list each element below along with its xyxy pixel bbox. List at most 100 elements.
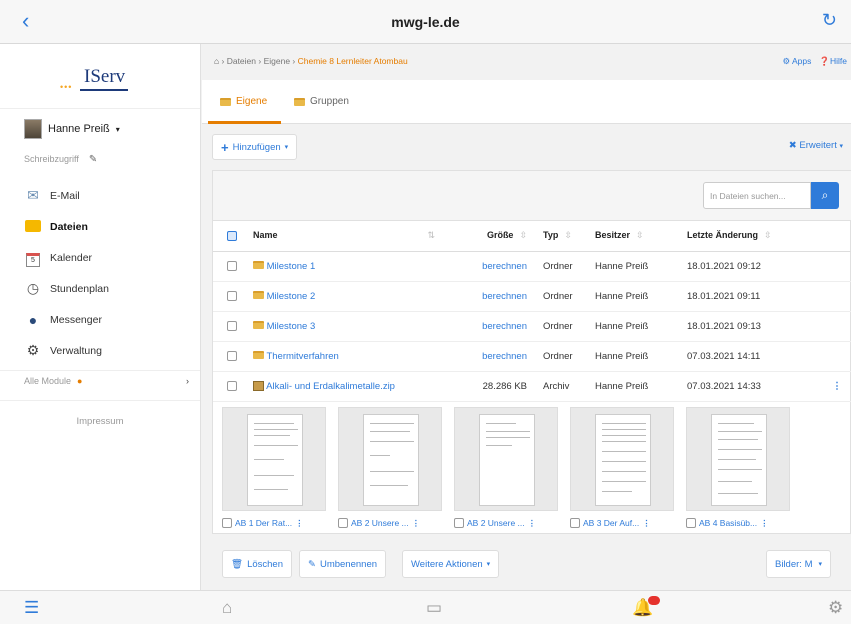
search-input[interactable] xyxy=(703,182,811,209)
search-bar: ⌕ xyxy=(213,171,851,221)
gear-icon[interactable]: ⚙ xyxy=(828,598,843,618)
tab-own[interactable]: Eigene xyxy=(220,96,267,107)
size-calc-link[interactable]: berechnen xyxy=(482,291,527,302)
thumbnail-item[interactable]: AB 2 Unsere ... ⋮ xyxy=(454,407,558,530)
file-name-link[interactable]: Milestone 2 xyxy=(267,291,316,302)
thumbnail-name[interactable]: AB 2 Unsere ... xyxy=(351,518,409,528)
file-name-link[interactable]: Alkali- und Erdalkalimetalle.zip xyxy=(266,381,395,392)
all-modules-toggle[interactable]: Alle Module ● › xyxy=(24,376,189,386)
document-preview[interactable] xyxy=(338,407,442,511)
file-modified: 07.03.2021 14:11 xyxy=(687,341,822,372)
name-header[interactable]: Name ⇅ xyxy=(253,221,453,252)
table-row[interactable]: Milestone 3 berechnen Ordner Hanne Preiß… xyxy=(213,311,851,342)
user-menu[interactable]: Hanne Preiß ▾ xyxy=(24,118,120,140)
table-row[interactable]: Milestone 2 berechnen Ordner Hanne Preiß… xyxy=(213,281,851,312)
row-checkbox[interactable] xyxy=(227,290,237,301)
rename-button[interactable]: ✎ Umbenennen xyxy=(299,550,387,578)
thumbnail-checkbox[interactable] xyxy=(454,518,464,528)
tab-label: Gruppen xyxy=(310,96,349,107)
more-options-icon[interactable]: ⋮ xyxy=(832,381,842,392)
menu-icon[interactable]: ☰ xyxy=(24,598,39,618)
thumbnail-name[interactable]: AB 4 Basisüb... xyxy=(699,518,757,528)
document-preview[interactable] xyxy=(222,407,326,511)
size-header[interactable]: Größe ⇳ xyxy=(453,221,533,252)
thumbnail-checkbox[interactable] xyxy=(570,518,580,528)
sidebar-item-timetable[interactable]: ◷ Stundenplan xyxy=(0,273,200,304)
size-calc-link[interactable]: berechnen xyxy=(482,351,527,362)
sidebar-item-messenger[interactable]: ● Messenger xyxy=(0,304,200,335)
size-calc-link[interactable]: berechnen xyxy=(482,261,527,272)
more-options-icon[interactable]: ⋮ xyxy=(760,518,769,529)
file-type: Ordner xyxy=(533,311,595,342)
sort-icon: ⇳ xyxy=(636,230,644,241)
file-size: 28.286 KB xyxy=(453,371,533,402)
sidebar-item-email[interactable]: ✉ E-Mail xyxy=(0,180,200,211)
more-options-icon[interactable]: ⋮ xyxy=(528,518,537,529)
more-options-icon[interactable]: ⋮ xyxy=(642,518,651,529)
file-name-link[interactable]: Milestone 3 xyxy=(267,321,316,332)
row-checkbox[interactable] xyxy=(227,380,237,391)
table-row[interactable]: Alkali- und Erdalkalimetalle.zip 28.286 … xyxy=(213,371,851,402)
file-owner: Hanne Preiß xyxy=(595,371,687,402)
thumbnail-checkbox[interactable] xyxy=(222,518,232,528)
sidebar-item-calendar[interactable]: 5 Kalender xyxy=(0,242,200,273)
size-calc-link[interactable]: berechnen xyxy=(482,321,527,332)
folder-icon xyxy=(253,290,264,299)
thumbnail-name[interactable]: AB 3 Der Auf... xyxy=(583,518,639,528)
more-options-icon[interactable]: ⋮ xyxy=(295,518,304,529)
owner-header[interactable]: Besitzer ⇳ xyxy=(595,221,687,252)
thumbnail-item[interactable]: AB 1 Der Rat... ⋮ xyxy=(222,407,326,530)
chat-icon[interactable]: ▭ xyxy=(426,598,442,618)
thumbnail-checkbox[interactable] xyxy=(338,518,348,528)
search-button[interactable]: ⌕ xyxy=(811,182,839,209)
thumbnail-name[interactable]: AB 2 Unsere ... xyxy=(467,518,525,528)
caret-down-icon: ▾ xyxy=(839,143,843,150)
file-name-link[interactable]: Thermitverfahren xyxy=(266,351,338,362)
reload-icon[interactable]: ↻ xyxy=(822,10,837,31)
tab-groups[interactable]: Gruppen xyxy=(294,96,349,107)
type-header[interactable]: Typ ⇳ xyxy=(533,221,595,252)
row-checkbox[interactable] xyxy=(227,320,237,331)
view-size-select[interactable]: Bilder: M ▾ xyxy=(766,550,831,578)
document-preview[interactable] xyxy=(686,407,790,511)
home-icon[interactable]: ⌂ xyxy=(214,56,219,66)
document-preview[interactable] xyxy=(454,407,558,511)
file-name-link[interactable]: Milestone 1 xyxy=(267,261,316,272)
document-preview[interactable] xyxy=(570,407,674,511)
table-row[interactable]: Thermitverfahren berechnen Ordner Hanne … xyxy=(213,341,851,372)
add-button[interactable]: + Hinzufügen ▾ xyxy=(212,134,298,160)
file-modified: 18.01.2021 09:13 xyxy=(687,311,822,342)
caret-down-icon: ▾ xyxy=(818,561,822,568)
thumbnail-name[interactable]: AB 1 Der Rat... xyxy=(235,518,292,528)
breadcrumb-item[interactable]: Dateien xyxy=(227,56,256,66)
row-checkbox[interactable] xyxy=(227,260,237,271)
header-label: Name xyxy=(253,230,278,241)
pencil-icon[interactable]: ✎ xyxy=(89,154,97,165)
delete-button[interactable]: 🗑 Löschen xyxy=(222,550,292,578)
sidebar-item-files[interactable]: Dateien xyxy=(0,211,200,242)
thumbnail-checkbox[interactable] xyxy=(686,518,696,528)
modified-header[interactable]: Letzte Änderung ⇳ xyxy=(687,221,822,252)
more-options-icon[interactable]: ⋮ xyxy=(412,518,421,529)
sidebar-item-administration[interactable]: ⚙ Verwaltung xyxy=(0,335,200,366)
iserv-logo[interactable]: ••• IServ xyxy=(60,66,140,96)
help-link[interactable]: ❓Hilfe xyxy=(819,56,847,67)
thumbnail-item[interactable]: AB 3 Der Auf... ⋮ xyxy=(570,407,674,530)
select-all-header[interactable] xyxy=(213,221,253,252)
row-checkbox[interactable] xyxy=(227,350,237,361)
thumbnail-item[interactable]: AB 4 Basisüb... ⋮ xyxy=(686,407,790,530)
table-row[interactable]: Milestone 1 berechnen Ordner Hanne Preiß… xyxy=(213,251,851,282)
select-all-checkbox[interactable] xyxy=(227,231,237,242)
sort-icon: ⇳ xyxy=(564,230,572,241)
advanced-label: Erweitert xyxy=(799,140,837,151)
delete-label: Löschen xyxy=(247,558,283,570)
sort-icon: ⇳ xyxy=(764,230,772,241)
apps-link[interactable]: ⚙ Apps xyxy=(783,56,812,67)
more-actions-button[interactable]: Weitere Aktionen ▾ xyxy=(402,550,500,578)
thumbnail-item[interactable]: AB 2 Unsere ... ⋮ xyxy=(338,407,442,530)
imprint-link[interactable]: Impressum xyxy=(0,416,200,427)
advanced-button[interactable]: ✖ Erweitert ▾ xyxy=(789,140,843,151)
breadcrumb-item[interactable]: Eigene xyxy=(264,56,290,66)
table-header-row: Name ⇅ Größe ⇳ Typ ⇳ Besitzer ⇳ Letzte Änder… xyxy=(213,221,851,252)
home-icon[interactable]: ⌂ xyxy=(222,598,232,618)
